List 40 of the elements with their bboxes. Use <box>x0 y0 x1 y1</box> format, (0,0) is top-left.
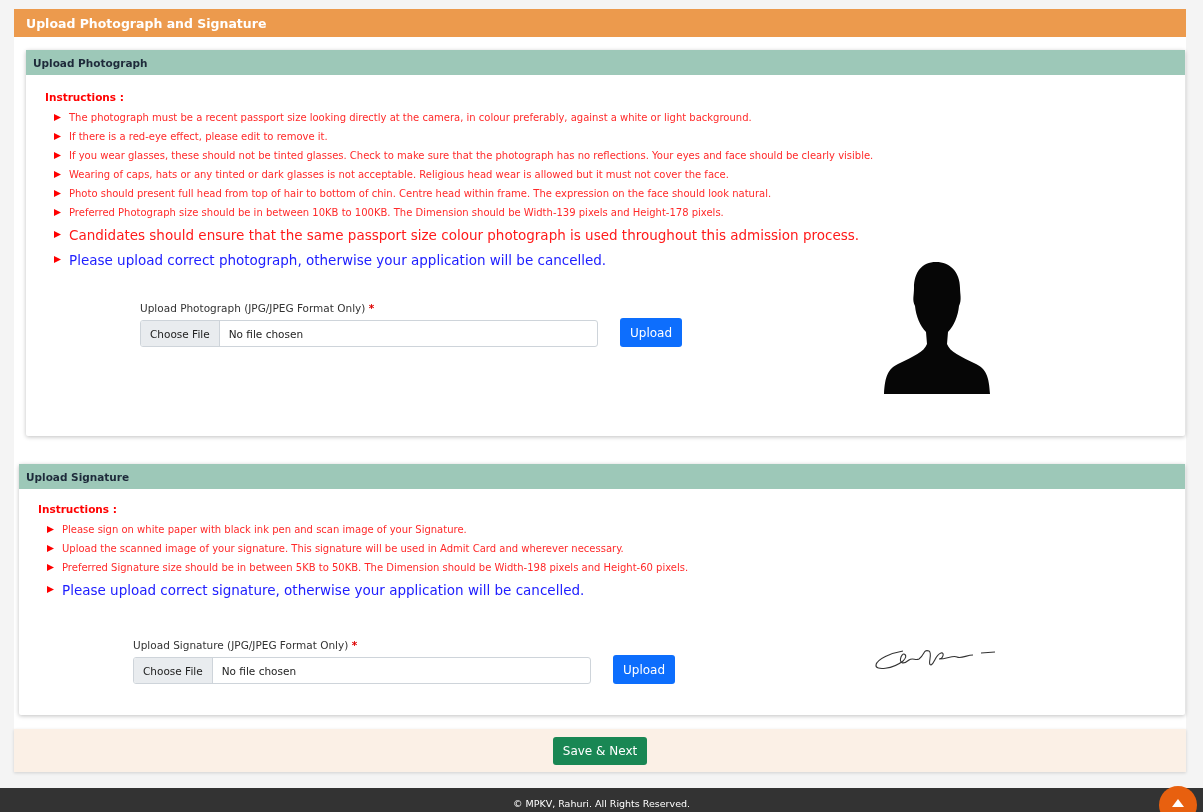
instruction-text: Please upload correct photograph, otherwise your application will be cancelled. <box>69 251 607 268</box>
caret-icon <box>1172 799 1184 807</box>
instruction-text: Preferred Signature size should be in between 5KB to 50KB. The Dimension should be Width-198 pixels and Height-60 pixels. <box>62 562 689 573</box>
instruction-text: Preferred Photograph size should be in between 10KB to 100KB. The Dimension should be Width-139 pixels and Height-178 pixels. <box>69 207 724 218</box>
bullet-icon <box>54 209 61 216</box>
section-title: Upload Photograph <box>33 56 148 69</box>
footer-text: © MPKV, Rahuri. All Rights Reserved. <box>512 798 691 811</box>
file-input[interactable]: Choose File No file chosen <box>140 320 598 347</box>
bullet-icon <box>47 545 54 552</box>
field-label: Upload Photograph (JPG/JPEG Format Only) * <box>140 302 376 314</box>
instruction-text: The photograph must be a recent passport size looking directly at the camera, in colour preferably, against a white or light background. <box>69 112 752 123</box>
instruction-text: Candidates should ensure that the same passport size colour photograph is used throughout this admission process. <box>69 226 860 243</box>
bullet-icon <box>54 114 61 121</box>
bullet-icon <box>54 152 61 159</box>
bullet-icon <box>54 190 61 197</box>
page-title: Upload Photograph and Signature <box>26 15 267 31</box>
bullet-icon <box>54 256 61 263</box>
save-next-button[interactable]: Save & Next <box>552 736 648 765</box>
bullet-icon <box>47 526 54 533</box>
instruction-text: If you wear glasses, these should not be tinted glasses. Check to make sure that the photograph has no reflections. Your eyes and face should be clearly visible. <box>69 150 874 161</box>
upload-button[interactable]: Upload <box>613 655 676 684</box>
required-mark: * <box>368 302 375 314</box>
section-title: Upload Signature <box>26 470 130 483</box>
field-label: Upload Signature (JPG/JPEG Format Only) * <box>133 639 359 651</box>
bullet-icon <box>47 586 54 593</box>
bullet-icon <box>54 231 61 238</box>
instruction-text: Upload the scanned image of your signature. This signature will be used in Admit Card and wherever necessary. <box>62 543 624 554</box>
bullet-icon <box>47 564 54 571</box>
instructions-label: Instructions : <box>45 91 125 103</box>
instruction-text: If there is a red-eye effect, please edit to remove it. <box>69 131 328 142</box>
file-input[interactable]: Choose File No file chosen <box>133 657 591 684</box>
instructions-label: Instructions : <box>38 503 118 515</box>
bullet-icon <box>54 133 61 140</box>
instruction-text: Wearing of caps, hats or any tinted or dark glasses is not acceptable. Religious head wear is allowed but it must not cover the face. <box>69 169 729 180</box>
instruction-text: Please upload correct signature, otherwise your application will be cancelled. <box>62 581 585 598</box>
required-mark: * <box>351 639 358 651</box>
instruction-text: Photo should present full head from top of hair to bottom of chin. Centre head within frame. The expression on the face should look natural. <box>69 188 772 199</box>
upload-button[interactable]: Upload <box>620 318 683 347</box>
bullet-icon <box>54 171 61 178</box>
instruction-text: Please sign on white paper with black ink pen and scan image of your Signature. <box>62 524 467 535</box>
